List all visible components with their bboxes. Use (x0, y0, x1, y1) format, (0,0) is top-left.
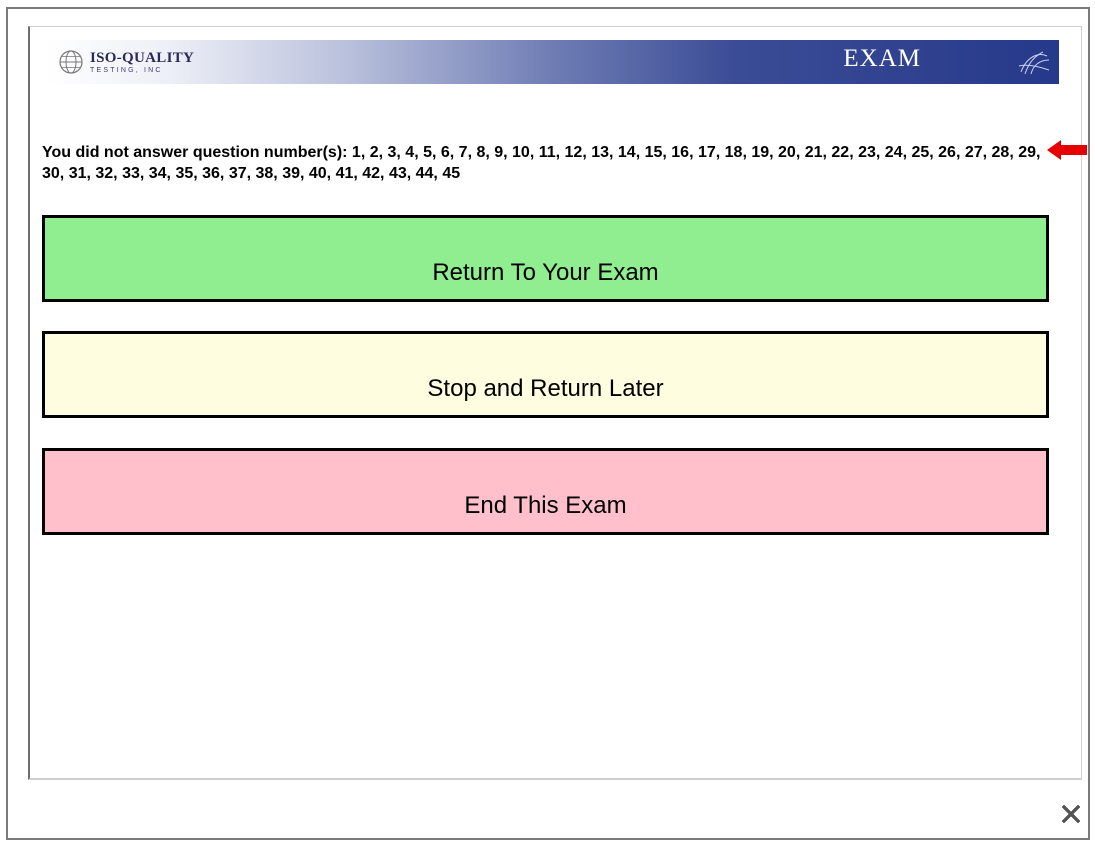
close-icon[interactable] (1059, 802, 1083, 826)
stop-and-return-later-button[interactable]: Stop and Return Later (42, 331, 1049, 418)
company-logo: ISO-QUALITY TESTING, INC (58, 46, 194, 78)
page-title: EXAM (843, 45, 921, 72)
globe-icon (59, 50, 83, 74)
end-exam-label: End This Exam (464, 492, 627, 519)
arrow-left-icon (1047, 140, 1087, 160)
return-to-exam-label: Return To Your Exam (432, 259, 659, 286)
header-banner: ISO-QUALITY TESTING, INC EXAM (44, 40, 1059, 84)
unanswered-questions-notice: You did not answer question number(s): 1… (42, 144, 1041, 182)
return-to-exam-button[interactable]: Return To Your Exam (42, 215, 1049, 302)
stop-and-return-later-label: Stop and Return Later (427, 375, 664, 402)
logo-subtitle: TESTING, INC (90, 66, 163, 74)
end-exam-button[interactable]: End This Exam (42, 448, 1049, 535)
logo-name: ISO-QUALITY (90, 49, 195, 66)
globe-icon (1018, 51, 1050, 75)
